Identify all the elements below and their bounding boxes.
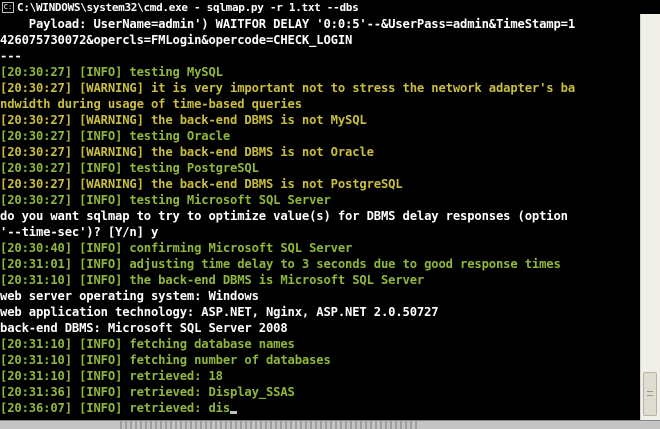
console-line-text: [20:30:27] [WARNING] the back-end DBMS i… (0, 113, 367, 127)
console-line: web server operating system: Windows (0, 288, 640, 304)
console-line: [20:30:27] [WARNING] the back-end DBMS i… (0, 112, 640, 128)
console-line-text: [20:30:27] [INFO] testing MySQL (0, 65, 223, 79)
console-line-text: [20:30:27] [WARNING] the back-end DBMS i… (0, 145, 374, 159)
console-line: [20:31:10] [INFO] fetching database name… (0, 336, 640, 352)
console-line-text: [20:30:27] [INFO] testing Oracle (0, 129, 230, 143)
taskbar-strip (0, 420, 660, 429)
console-line-text: Payload: UserName=admin') WAITFOR DELAY … (0, 17, 575, 31)
console-line-text: 426075730072&opercls=FMLogin&opercode=CH… (0, 33, 353, 47)
console-line-text: '--time-sec')? [Y/n] y (0, 225, 159, 239)
console-line-text: web application technology: ASP.NET, Ngi… (0, 305, 439, 319)
console-line-text: do you want sqlmap to try to optimize va… (0, 209, 568, 223)
scrollbar-thumb[interactable] (643, 372, 657, 416)
console-line: [20:30:27] [INFO] testing Microsoft SQL … (0, 192, 640, 208)
console-line: [20:30:27] [INFO] testing Oracle (0, 128, 640, 144)
console-line-text: [20:31:10] [INFO] retrieved: 18 (0, 369, 223, 383)
console-line: [20:30:27] [WARNING] the back-end DBMS i… (0, 176, 640, 192)
console-line: do you want sqlmap to try to optimize va… (0, 208, 640, 224)
console-line-text: [20:30:27] [INFO] testing Microsoft SQL … (0, 193, 331, 207)
console-line: ndwidth during usage of time-based queri… (0, 96, 640, 112)
console-line: [20:31:10] [INFO] the back-end DBMS is M… (0, 272, 640, 288)
console-line-text: [20:31:10] [INFO] fetching database name… (0, 337, 295, 351)
taskbar-items (120, 421, 420, 429)
console-line-text: back-end DBMS: Microsoft SQL Server 2008 (0, 321, 288, 335)
console-line: [20:31:01] [INFO] adjusting time delay t… (0, 256, 640, 272)
console-line-text: [20:31:10] [INFO] fetching number of dat… (0, 353, 331, 367)
console-line: [20:30:27] [WARNING] it is very importan… (0, 80, 640, 96)
console-line: [20:31:10] [INFO] retrieved: 18 (0, 368, 640, 384)
console-line-text: [20:31:36] [INFO] retrieved: Display_SSA… (0, 385, 295, 399)
console-line: '--time-sec')? [Y/n] y (0, 224, 640, 240)
vertical-scrollbar[interactable] (640, 14, 660, 420)
cmd-icon: C: (2, 1, 14, 13)
console-line: [20:30:27] [INFO] testing PostgreSQL (0, 160, 640, 176)
console-line-text: [20:36:07] [INFO] retrieved: dis (0, 401, 230, 415)
title-bar[interactable]: C: C:\WINDOWS\system32\cmd.exe - sqlmap.… (0, 0, 660, 14)
console-line: Payload: UserName=admin') WAITFOR DELAY … (0, 16, 640, 32)
console-line: [20:31:36] [INFO] retrieved: Display_SSA… (0, 384, 640, 400)
console-line-text: [20:30:40] [INFO] confirming Microsoft S… (0, 241, 353, 255)
console-line-text: [20:30:27] [WARNING] it is very importan… (0, 81, 575, 95)
console-line: web application technology: ASP.NET, Ngi… (0, 304, 640, 320)
console-output[interactable]: Payload: UserName=admin') WAITFOR DELAY … (0, 16, 640, 420)
console-line-text: --- (0, 49, 22, 63)
console-line: [20:31:10] [INFO] fetching number of dat… (0, 352, 640, 368)
console-line: [20:36:07] [INFO] retrieved: dis (0, 400, 640, 416)
console-line-text: [20:30:27] [INFO] testing PostgreSQL (0, 161, 259, 175)
console-line: 426075730072&opercls=FMLogin&opercode=CH… (0, 32, 640, 48)
window-title: C:\WINDOWS\system32\cmd.exe - sqlmap.py … (17, 0, 359, 14)
console-line-text: ndwidth during usage of time-based queri… (0, 97, 302, 111)
console-line: [20:30:27] [INFO] testing MySQL (0, 64, 640, 80)
console-line: [20:30:27] [WARNING] the back-end DBMS i… (0, 144, 640, 160)
console-line: back-end DBMS: Microsoft SQL Server 2008 (0, 320, 640, 336)
console-line-text: web server operating system: Windows (0, 289, 259, 303)
console-line: [20:30:40] [INFO] confirming Microsoft S… (0, 240, 640, 256)
console-line-text: [20:31:01] [INFO] adjusting time delay t… (0, 257, 561, 271)
console-line: --- (0, 48, 640, 64)
text-cursor (230, 411, 237, 414)
console-line-text: [20:30:27] [WARNING] the back-end DBMS i… (0, 177, 403, 191)
console-line-text: [20:31:10] [INFO] the back-end DBMS is M… (0, 273, 425, 287)
